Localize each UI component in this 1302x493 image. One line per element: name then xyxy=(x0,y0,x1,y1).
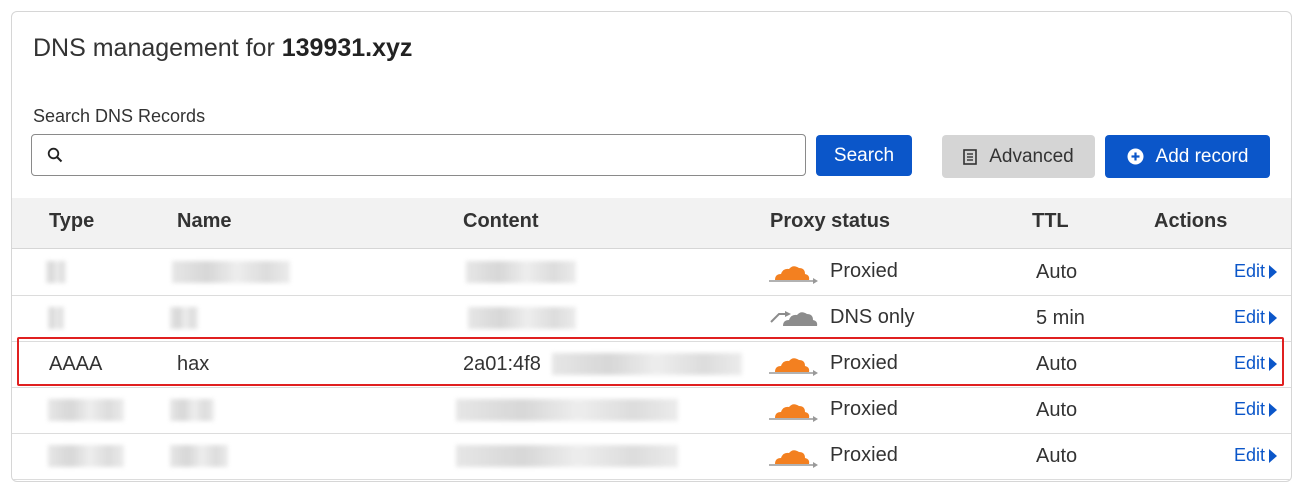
search-input[interactable] xyxy=(72,141,796,169)
edit-link[interactable]: Edit xyxy=(1234,445,1277,466)
advanced-button[interactable]: Advanced xyxy=(942,135,1095,178)
search-field[interactable] xyxy=(31,134,806,176)
proxied-cloud-icon xyxy=(769,358,818,376)
redacted-name xyxy=(170,307,198,329)
add-record-button[interactable]: Add record xyxy=(1105,135,1270,178)
document-icon xyxy=(963,148,978,165)
domain-name: 139931.xyz xyxy=(281,34,413,62)
proxy-status: DNS only xyxy=(830,306,915,328)
edit-link[interactable]: Edit xyxy=(1234,399,1277,420)
proxied-cloud-icon xyxy=(769,404,818,422)
redacted-content xyxy=(552,353,742,375)
proxy-status: Proxied xyxy=(830,352,898,374)
edit-label: Edit xyxy=(1233,353,1265,373)
column-actions: Actions xyxy=(1154,210,1228,232)
edit-link[interactable]: Edit xyxy=(1234,353,1277,374)
ttl-value: Auto xyxy=(1036,399,1078,421)
redacted-name xyxy=(170,399,214,421)
search-button-label: Search xyxy=(833,144,895,166)
title-prefix: DNS management for xyxy=(33,34,275,62)
proxy-status: Proxied xyxy=(830,398,898,420)
column-content: Content xyxy=(463,210,539,232)
edit-label: Edit xyxy=(1233,261,1265,281)
ttl-value: Auto xyxy=(1036,353,1078,375)
table-header: Type Name Content Proxy status TTL Actio… xyxy=(12,198,1291,249)
redacted-name xyxy=(172,261,290,283)
column-proxy-status: Proxy status xyxy=(770,210,891,232)
dns-only-cloud-icon xyxy=(770,311,818,326)
column-type: Type xyxy=(49,210,95,232)
table-row: AAAA hax 2a01:4f8 Proxied Auto Edit xyxy=(12,341,1291,388)
redacted-name xyxy=(170,445,228,467)
ttl-value: Auto xyxy=(1036,261,1078,283)
proxy-status: Proxied xyxy=(830,444,898,466)
redacted-type xyxy=(48,399,124,421)
column-name: Name xyxy=(177,210,232,232)
proxy-status: Proxied xyxy=(830,260,898,282)
redacted-content xyxy=(456,445,678,467)
search-icon xyxy=(47,147,63,163)
caret-right-icon xyxy=(1269,402,1277,417)
plus-circle-icon xyxy=(1127,148,1144,165)
redacted-content xyxy=(456,399,678,421)
edit-link[interactable]: Edit xyxy=(1234,307,1277,328)
table-row: Proxied Auto Edit xyxy=(12,433,1291,480)
record-type: AAAA xyxy=(49,353,103,375)
redacted-content xyxy=(466,261,576,283)
table-row: Proxied Auto Edit xyxy=(12,249,1291,296)
column-ttl: TTL xyxy=(1032,210,1069,232)
proxied-cloud-icon xyxy=(769,450,818,468)
record-content: 2a01:4f8 xyxy=(463,353,541,375)
dns-management-card: DNS management for 139931.xyz Search DNS… xyxy=(11,11,1292,482)
edit-link[interactable]: Edit xyxy=(1234,261,1277,282)
page-title: DNS management for 139931.xyz xyxy=(33,34,412,63)
redacted-type xyxy=(48,445,124,467)
ttl-value: 5 min xyxy=(1036,307,1085,329)
ttl-value: Auto xyxy=(1036,445,1078,467)
search-label: Search DNS Records xyxy=(33,106,206,126)
caret-right-icon xyxy=(1269,264,1277,279)
record-name: hax xyxy=(177,353,210,375)
proxied-cloud-icon xyxy=(769,266,818,284)
edit-label: Edit xyxy=(1233,399,1265,419)
redacted-content xyxy=(468,307,576,329)
edit-label: Edit xyxy=(1233,445,1265,465)
advanced-button-label: Advanced xyxy=(989,145,1074,167)
redacted-type xyxy=(48,307,64,329)
caret-right-icon xyxy=(1269,356,1277,371)
caret-right-icon xyxy=(1269,310,1277,325)
add-record-button-label: Add record xyxy=(1155,145,1249,167)
search-button[interactable]: Search xyxy=(816,135,912,176)
table-row: Proxied Auto Edit xyxy=(12,387,1291,434)
table-row: DNS only 5 min Edit xyxy=(12,295,1291,342)
caret-right-icon xyxy=(1269,448,1277,463)
redacted-type xyxy=(46,261,66,283)
edit-label: Edit xyxy=(1233,307,1265,327)
